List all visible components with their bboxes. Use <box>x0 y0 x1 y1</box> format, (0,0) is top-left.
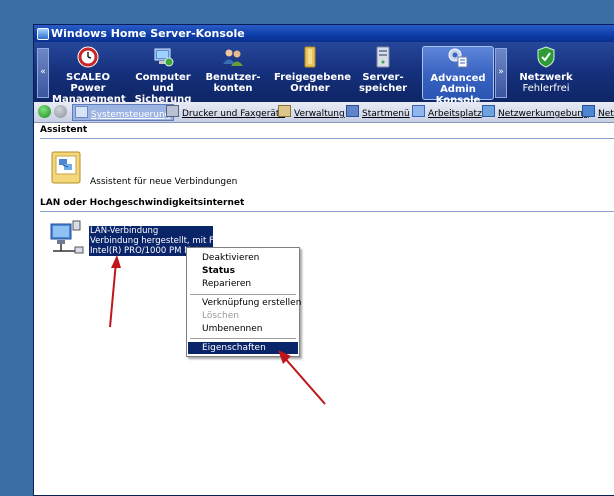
annotation-arrow-properties <box>278 350 326 405</box>
annotation-arrow-connection <box>109 255 121 328</box>
annotation-arrows <box>109 255 326 405</box>
